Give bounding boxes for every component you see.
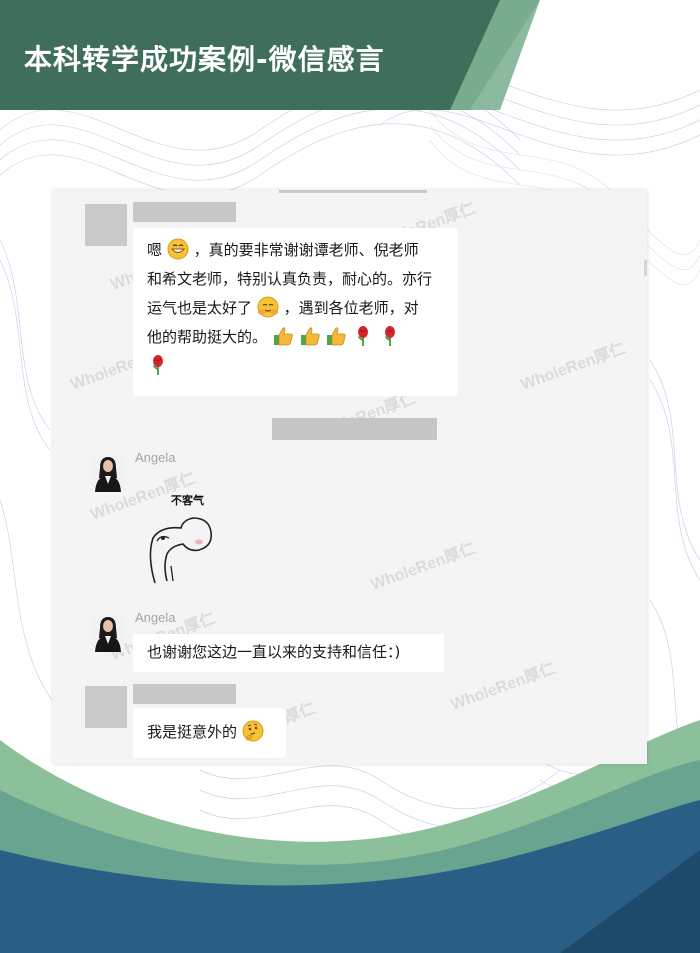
message-text: 嗯	[147, 241, 163, 259]
message-text: 他的帮助挺大的。	[147, 328, 268, 346]
message-bubble[interactable]: 我是挺意外的	[133, 708, 286, 758]
message-bubble[interactable]: 嗯 ，真的要非常谢谢谭老师、倪老师 和希文老师，特别认真负责，耐心的。亦行 运气…	[133, 228, 458, 396]
person-photo-icon	[91, 614, 125, 652]
person-photo-icon	[91, 454, 125, 492]
thumbs-up-emoji-icon	[327, 327, 347, 346]
thumbs-up-emoji-icon	[300, 327, 320, 346]
sticker-message[interactable]: 不客气	[143, 486, 223, 586]
avatar-angela[interactable]	[91, 454, 125, 492]
thumbs-up-emoji-icon	[273, 327, 293, 346]
message-text: ，真的要非常谢谢谭老师、倪老师	[193, 241, 419, 259]
message-bubble[interactable]: 也谢谢您这边一直以来的支持和信任：)	[133, 634, 444, 672]
message-text: 和希文老师，特别认真负责，耐心的。亦行	[147, 270, 433, 288]
hug-emoji-icon	[257, 296, 279, 318]
message-text: ，遇到各位老师，对	[283, 299, 419, 317]
watermark-text: WholeRen厚仁	[368, 538, 478, 594]
watermark-text: WholeRen厚仁	[518, 338, 628, 394]
thinking-emoji-icon	[242, 720, 264, 742]
rose-emoji-icon	[358, 326, 369, 346]
chat-panel: WholeRen厚仁 WholeRen厚仁 WholeRen厚仁 WholeRe…	[53, 190, 647, 764]
rose-emoji-icon	[384, 326, 395, 346]
page-title: 本科转学成功案例-微信感言	[24, 43, 385, 76]
grin-emoji-icon	[167, 238, 189, 260]
message-text: 也谢谢您这边一直以来的支持和信任：)	[147, 643, 401, 661]
sticker-text: 不客气	[171, 493, 204, 507]
timestamp-redacted	[272, 418, 437, 440]
avatar-angela[interactable]	[91, 614, 125, 652]
panel-top-strip	[279, 190, 427, 193]
bowing-sticker-icon: 不客气	[149, 493, 213, 584]
sender-name: Angela	[135, 610, 176, 625]
avatar-redacted[interactable]	[85, 686, 127, 728]
scrollbar-thumb[interactable]	[644, 260, 647, 276]
watermark-text: WholeRen厚仁	[448, 658, 558, 714]
sender-name: Angela	[135, 450, 176, 465]
avatar-redacted[interactable]	[85, 204, 127, 246]
rose-emoji-icon	[153, 355, 163, 375]
sender-name-redacted	[133, 684, 236, 704]
message-text: 运气也是太好了	[147, 299, 253, 317]
sender-name-redacted	[133, 202, 236, 222]
message-text: 我是挺意外的	[147, 723, 238, 741]
